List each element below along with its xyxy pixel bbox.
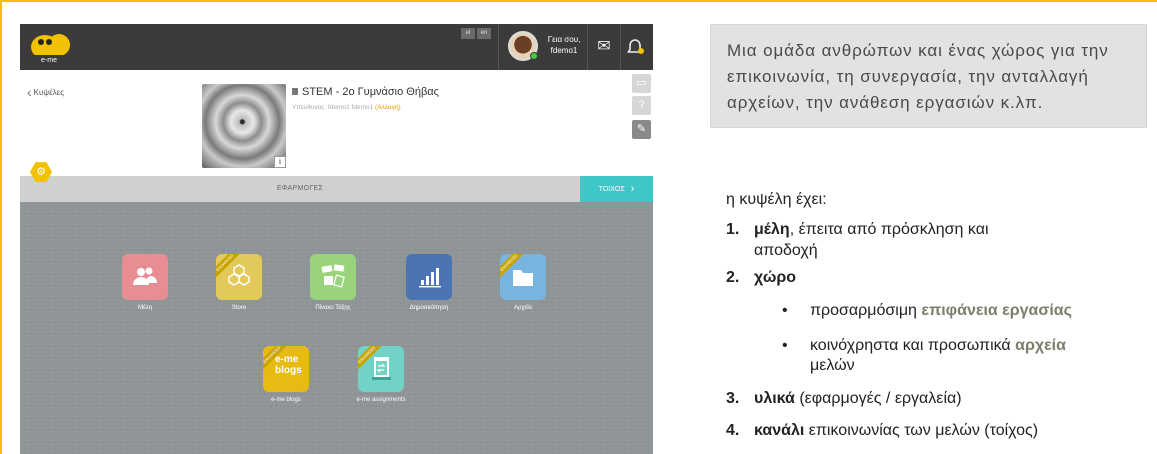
- app-tile-poll[interactable]: [406, 254, 452, 300]
- edit-icon[interactable]: ✎: [632, 120, 651, 139]
- list-rest: (εφαρμογές / εργαλεία): [794, 390, 962, 407]
- list-number: 3.: [726, 390, 740, 407]
- list-rest: , έπειτα από πρόσκληση και: [789, 221, 989, 238]
- app-tile-label: Δημοσκόπηση: [409, 305, 449, 311]
- apps-board: Μέλη ENHANCED Store Πίνακο Τάξης Δημοσκό…: [20, 202, 653, 454]
- lang-en-button[interactable]: en: [477, 28, 491, 39]
- list-number: 4.: [726, 422, 740, 439]
- list-item: 1. μέλη, έπειτα από πρόσκληση και: [726, 220, 989, 239]
- board-icon: [321, 264, 345, 288]
- bullet: •: [782, 337, 788, 354]
- app-tile-label: Αρχεία: [513, 305, 533, 311]
- hive-title: STEM - 2ο Γυμνάσιο Θήβας: [292, 86, 439, 98]
- callout-box: Μια ομάδα ανθρώπων και ένας χώρος για τη…: [710, 24, 1147, 128]
- sub-item-highlight: επιφάνεια εργασίας: [921, 302, 1072, 319]
- app-tile-members[interactable]: [122, 254, 168, 300]
- wall-button[interactable]: ΤΟΙΧΟΣ ›: [580, 176, 653, 202]
- top-bar: e-me el en Γεια σου, fdemo1 ✉: [20, 24, 653, 70]
- hive-type-icon: [292, 88, 298, 95]
- list-bold: υλικά: [754, 390, 795, 407]
- sub-list-item: • κοινόχρηστα και προσωπικά αρχεία: [782, 336, 1066, 355]
- list-number: 2.: [726, 269, 740, 286]
- hive-owner: Υπεύθυνος: fdemo1 fdemo1 (Αλλαγή): [292, 104, 401, 111]
- app-tile-label: e-me blogs: [271, 397, 301, 403]
- blogs-icon: e-me blogs: [275, 354, 302, 376]
- lang-el-button[interactable]: el: [461, 28, 475, 39]
- back-label: Κυψέλες: [33, 88, 65, 97]
- list-bold: χώρο: [754, 269, 797, 286]
- divider: [498, 24, 499, 70]
- sub-item-text: προσαρμόσιμη: [810, 302, 922, 319]
- user-greeting[interactable]: Γεια σου, fdemo1: [542, 34, 586, 56]
- list-continuation: αποδοχή: [754, 242, 818, 259]
- list-rest: επικοινωνίας των μελών (τοίχος): [804, 422, 1039, 439]
- greeting-text: Γεια σου,: [547, 35, 581, 44]
- bullet: •: [782, 302, 788, 319]
- apps-bar-label: ΕΦΑΡΜΟΓΕΣ: [276, 185, 324, 192]
- app-tile-eme-blogs[interactable]: e-me blogs ENHANCED: [263, 346, 309, 392]
- divider: [587, 24, 588, 70]
- chevron-right-icon: ›: [630, 183, 635, 195]
- intro-text: η κυψέλη έχει:: [726, 191, 827, 208]
- svg-text:e-me: e-me: [41, 57, 57, 64]
- username: fdemo1: [550, 46, 578, 55]
- app-tile-store[interactable]: ENHANCED: [216, 254, 262, 300]
- members-icon: [133, 267, 157, 285]
- list-number: 1.: [726, 221, 740, 238]
- list-bold: μέλη: [754, 221, 790, 238]
- poll-icon: [419, 268, 441, 288]
- sub-list-item: • προσαρμόσιμη επιφάνεια εργασίας: [782, 301, 1072, 320]
- sub-item-highlight: αρχεία: [1015, 337, 1066, 354]
- chevron-left-icon: ‹: [27, 84, 32, 100]
- apps-bar: ΕΦΑΡΜΟΓΕΣ: [20, 176, 653, 202]
- book-icon[interactable]: ▭: [632, 74, 651, 93]
- sub-item-text: κοινόχρηστα και προσωπικά: [810, 337, 1016, 354]
- callout-text: Μια ομάδα ανθρώπων και ένας χώρος για τη…: [727, 41, 1109, 112]
- wall-button-label: ΤΟΙΧΟΣ: [598, 186, 625, 193]
- app-tile-classroom-board[interactable]: [310, 254, 356, 300]
- online-status-icon: [530, 52, 538, 60]
- app-tile-label: Μέλη: [137, 305, 152, 311]
- slide: e-me el en Γεια σου, fdemo1 ✉ ‹ Κυψέλες i…: [0, 0, 1157, 454]
- mail-icon[interactable]: ✉: [593, 36, 615, 58]
- app-tile-files[interactable]: ENHANCED: [500, 254, 546, 300]
- owner-text: Υπεύθυνος: fdemo1 fdemo1: [292, 104, 374, 111]
- sub-list-continuation: μελών: [810, 357, 855, 374]
- hive-photo: i: [202, 84, 286, 168]
- app-tile-label: e-me assignments: [356, 397, 406, 403]
- divider: [620, 24, 621, 70]
- app-tile-label: Πίνακο Τάξης: [315, 305, 351, 311]
- bell-icon[interactable]: [624, 36, 646, 58]
- list-item: 3. υλικά (εφαρμογές / εργαλεία): [726, 389, 962, 408]
- list-bold: κανάλι: [754, 422, 805, 439]
- e-me-logo[interactable]: e-me: [26, 27, 74, 67]
- back-link[interactable]: ‹ Κυψέλες: [27, 84, 64, 100]
- info-icon[interactable]: i: [274, 156, 286, 168]
- list-item: 2. χώρο: [726, 268, 796, 287]
- change-owner-link[interactable]: (Αλλαγή): [375, 104, 401, 111]
- list-item: 4. κανάλι επικοινωνίας των μελών (τοίχος): [726, 421, 1038, 440]
- hive-title-text: STEM - 2ο Γυμνάσιο Θήβας: [302, 86, 439, 98]
- app-tile-eme-assignments[interactable]: ENHANCED: [358, 346, 404, 392]
- avatar[interactable]: [508, 31, 538, 61]
- app-tile-label: Store: [231, 305, 247, 311]
- help-icon[interactable]: ?: [632, 96, 651, 115]
- app-screenshot: e-me el en Γεια σου, fdemo1 ✉ ‹ Κυψέλες i…: [20, 24, 653, 454]
